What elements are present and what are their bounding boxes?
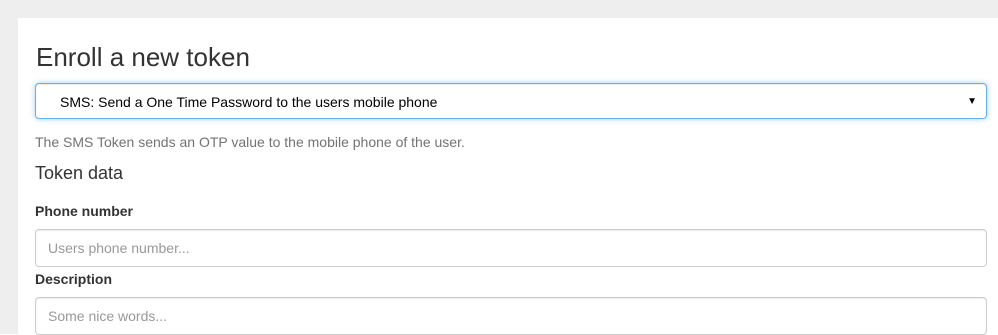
- enroll-token-panel: Enroll a new token SMS: Send a One Time …: [18, 18, 998, 335]
- token-type-help-text: The SMS Token sends an OTP value to the …: [35, 134, 465, 150]
- caret-down-icon: ▼: [967, 96, 977, 107]
- description-label: Description: [35, 271, 113, 287]
- top-gutter: [0, 0, 998, 18]
- phone-number-input[interactable]: [35, 229, 987, 267]
- left-gutter: [0, 0, 18, 334]
- phone-number-label: Phone number: [35, 203, 134, 219]
- token-type-select-value: SMS: Send a One Time Password to the use…: [60, 94, 438, 110]
- description-input[interactable]: [35, 297, 987, 335]
- token-type-select[interactable]: SMS: Send a One Time Password to the use…: [35, 83, 987, 119]
- page-title: Enroll a new token: [36, 42, 250, 72]
- token-data-heading: Token data: [35, 163, 124, 183]
